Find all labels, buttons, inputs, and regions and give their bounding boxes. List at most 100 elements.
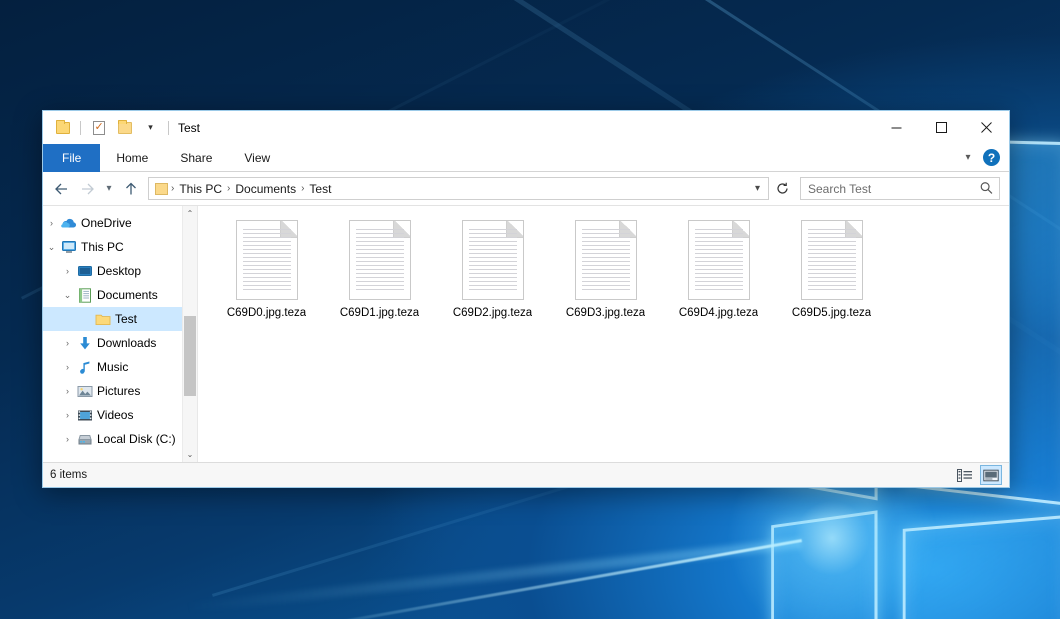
new-folder-icon[interactable] [114, 117, 135, 138]
toolbar-divider [168, 121, 169, 135]
sidebar-item-label: This PC [78, 240, 124, 254]
list-item[interactable]: C69D1.jpg.teza [323, 214, 436, 324]
music-icon [76, 360, 94, 375]
generic-document-icon [801, 220, 863, 300]
document-lines [695, 229, 743, 293]
breadcrumb: › This PC › Documents › Test [155, 182, 749, 196]
document-lines [469, 229, 517, 293]
chevron-down-icon[interactable]: ▾ [749, 183, 766, 194]
list-item[interactable]: C69D0.jpg.teza [210, 214, 323, 324]
sidebar-item-label: Desktop [94, 264, 141, 278]
search-box[interactable]: Search Test [800, 177, 1000, 200]
list-item[interactable]: C69D5.jpg.teza [775, 214, 888, 324]
ribbon-right-controls: ▾ ? [959, 144, 1009, 171]
folder-icon[interactable] [52, 117, 73, 138]
chevron-right-icon[interactable]: › [59, 266, 76, 276]
title-bar: ▾ Test [43, 111, 1009, 144]
window-controls [874, 111, 1009, 144]
sidebar-item-label: Videos [94, 408, 133, 422]
address-field[interactable]: › This PC › Documents › Test ▾ [148, 177, 769, 200]
sidebar-item-music[interactable]: › Music [43, 355, 182, 379]
document-lines [808, 229, 856, 293]
sidebar-item-downloads[interactable]: › Downloads [43, 331, 182, 355]
tab-home[interactable]: Home [100, 144, 164, 172]
chevron-right-icon[interactable]: › [59, 386, 76, 396]
chevron-down-icon[interactable]: ▾ [140, 117, 161, 138]
forward-button[interactable] [74, 176, 100, 202]
back-button[interactable] [48, 176, 74, 202]
sidebar-item-label: Pictures [94, 384, 140, 398]
details-view-button[interactable] [954, 465, 976, 485]
file-name: C69D2.jpg.teza [453, 306, 532, 320]
up-button[interactable] [118, 176, 144, 202]
generic-document-icon [349, 220, 411, 300]
navigation-scrollbar[interactable]: ⌃ ⌄ [182, 206, 197, 462]
address-bar: ▾ › This PC › Documents › Test ▾ [43, 172, 1009, 205]
scrollbar-thumb[interactable] [184, 316, 196, 396]
download-icon [76, 336, 94, 351]
help-icon[interactable]: ? [983, 149, 1000, 166]
sidebar-item-label: Test [112, 312, 137, 326]
file-name: C69D5.jpg.teza [792, 306, 871, 320]
monitor-icon [60, 240, 78, 254]
navigation-list: › OneDrive ⌄ This PC › [43, 206, 182, 462]
breadcrumb-documents[interactable]: Documents [231, 182, 300, 196]
sidebar-item-label: Local Disk (C:) [94, 432, 176, 446]
list-item[interactable]: C69D4.jpg.teza [662, 214, 775, 324]
close-button[interactable] [964, 111, 1009, 144]
sidebar-item-label: OneDrive [78, 216, 132, 230]
scroll-up-button[interactable]: ⌃ [183, 206, 197, 221]
chevron-right-icon[interactable]: › [59, 338, 76, 348]
file-explorer-window: ▾ Test File Home Share View [42, 110, 1010, 488]
breadcrumb-test[interactable]: Test [305, 182, 335, 196]
file-list-area[interactable]: C69D0.jpg.teza C69D1.jpg.teza [198, 206, 1009, 462]
drive-icon [76, 433, 94, 446]
breadcrumb-this-pc[interactable]: This PC [175, 182, 226, 196]
generic-document-icon [575, 220, 637, 300]
scroll-down-button[interactable]: ⌄ [183, 447, 197, 462]
desktop-icon [76, 265, 94, 278]
status-bar: 6 items [43, 462, 1009, 487]
tab-share[interactable]: Share [164, 144, 228, 172]
list-item[interactable]: C69D2.jpg.teza [436, 214, 549, 324]
search-input[interactable]: Search Test [808, 182, 981, 196]
pictures-icon [76, 385, 94, 398]
logo-pane [771, 510, 877, 619]
file-name: C69D4.jpg.teza [679, 306, 758, 320]
sidebar-item-documents[interactable]: ⌄ Documents [43, 283, 182, 307]
sidebar-item-this-pc[interactable]: ⌄ This PC [43, 235, 182, 259]
sidebar-item-onedrive[interactable]: › OneDrive [43, 211, 182, 235]
sidebar-item-pictures[interactable]: › Pictures [43, 379, 182, 403]
sidebar-item-label: Documents [94, 288, 158, 302]
large-icons-view-button[interactable] [980, 465, 1002, 485]
sidebar-item-test[interactable]: Test [43, 307, 182, 331]
sidebar-item-label: Music [94, 360, 128, 374]
folder-icon [94, 313, 112, 326]
chevron-right-icon[interactable]: › [43, 218, 60, 228]
view-mode-buttons [954, 465, 1002, 485]
tab-file[interactable]: File [43, 144, 100, 172]
sidebar-item-desktop[interactable]: › Desktop [43, 259, 182, 283]
chevron-down-icon[interactable]: ⌄ [59, 290, 76, 301]
chevron-right-icon[interactable]: › [59, 410, 76, 420]
chevron-right-icon[interactable]: › [59, 434, 76, 444]
search-icon[interactable] [977, 178, 998, 199]
refresh-icon[interactable] [770, 177, 794, 200]
sidebar-item-videos[interactable]: › Videos [43, 403, 182, 427]
properties-icon[interactable] [88, 117, 109, 138]
maximize-button[interactable] [919, 111, 964, 144]
chevron-down-icon[interactable]: ▾ [959, 149, 977, 167]
minimize-button[interactable] [874, 111, 919, 144]
chevron-right-icon[interactable]: › [59, 362, 76, 372]
folder-icon[interactable] [155, 183, 168, 195]
logo-pane [903, 515, 1060, 619]
tab-view[interactable]: View [228, 144, 286, 172]
file-name: C69D0.jpg.teza [227, 306, 306, 320]
sidebar-item-local-disk-c[interactable]: › Local Disk (C:) [43, 427, 182, 451]
chevron-down-icon[interactable]: ⌄ [43, 242, 60, 253]
window-body: › OneDrive ⌄ This PC › [43, 205, 1009, 462]
file-name: C69D3.jpg.teza [566, 306, 645, 320]
toolbar-divider [80, 121, 81, 135]
recent-locations-button[interactable]: ▾ [100, 176, 118, 202]
list-item[interactable]: C69D3.jpg.teza [549, 214, 662, 324]
